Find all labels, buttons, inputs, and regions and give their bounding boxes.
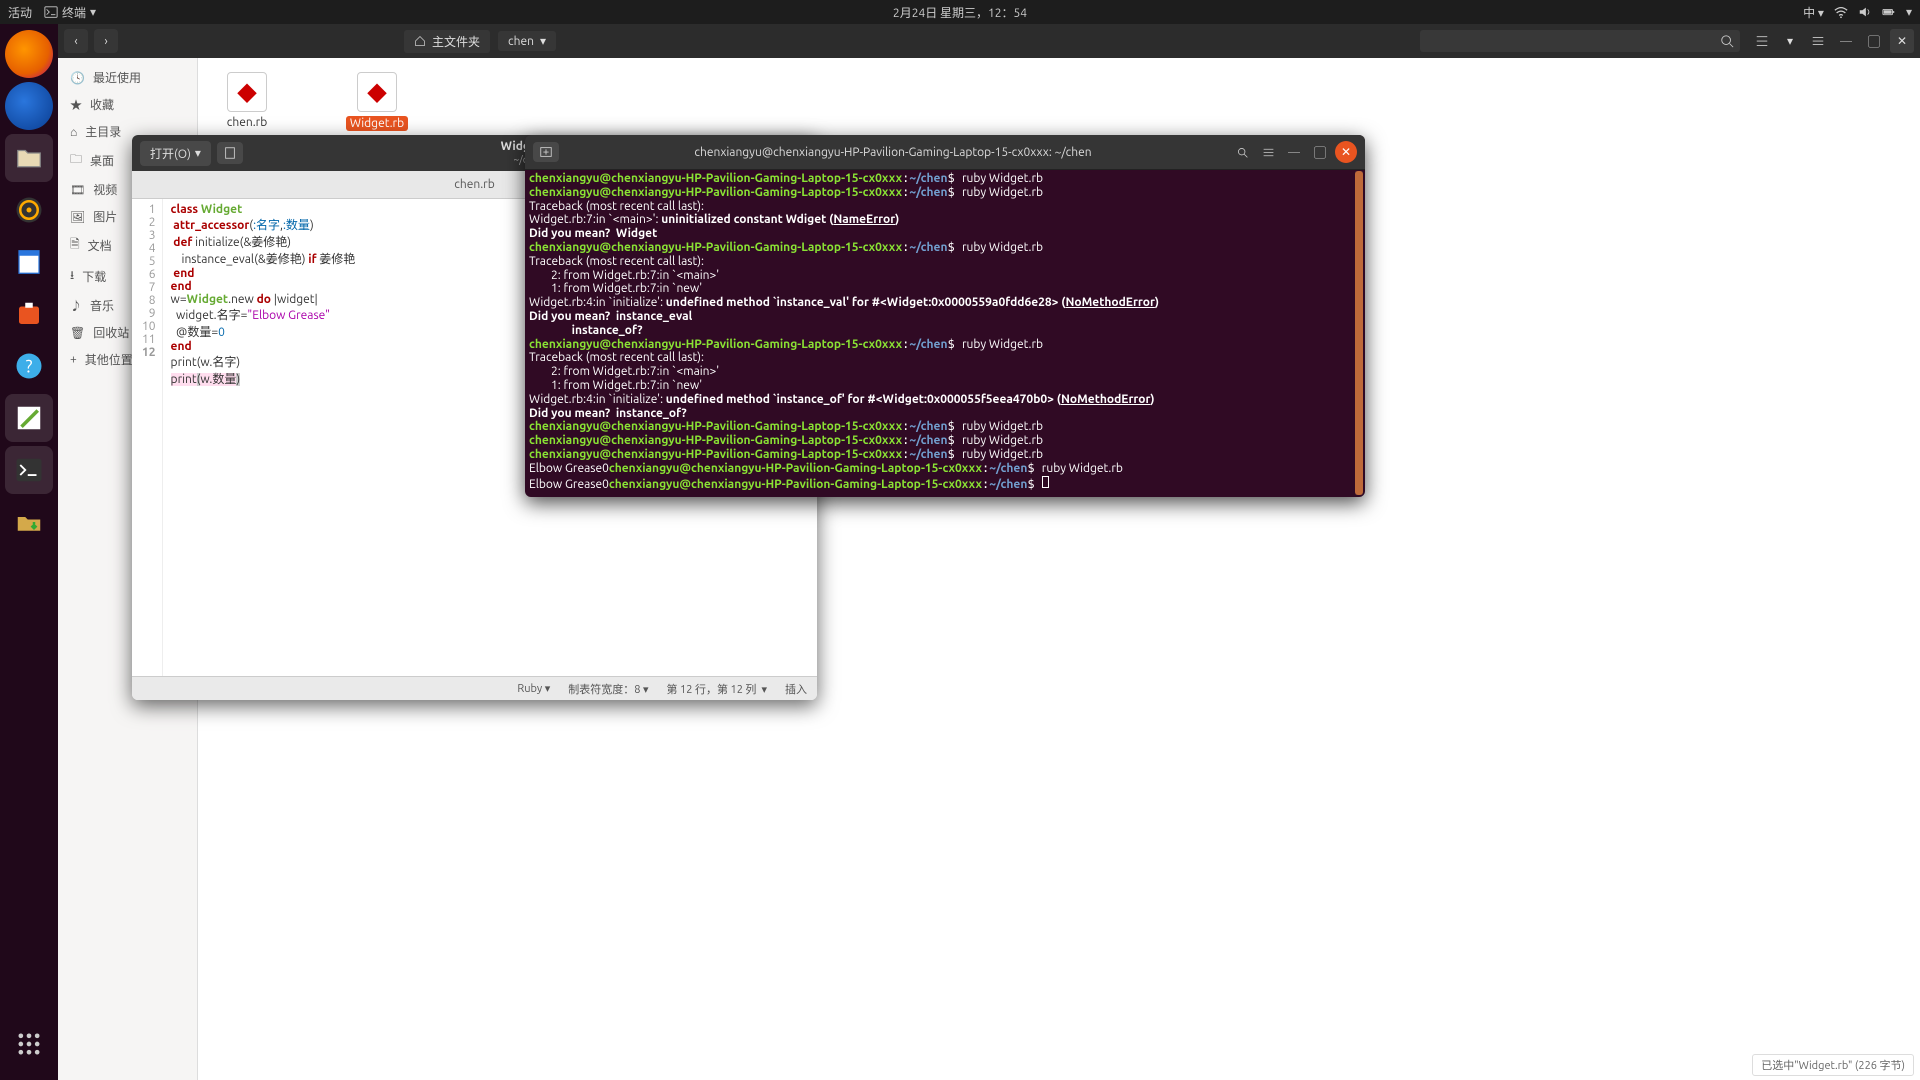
dock-thunderbird[interactable] <box>5 82 53 130</box>
file-item[interactable]: ◆ Widget.rb <box>342 72 412 131</box>
dock-help[interactable]: ? <box>5 342 53 390</box>
search-button[interactable] <box>1231 141 1253 163</box>
activities-button[interactable]: 活动 <box>8 4 32 21</box>
lang-selector[interactable]: Ruby ▾ <box>517 682 550 695</box>
view-dropdown-button[interactable]: ▾ <box>1778 29 1802 53</box>
nav-forward-button[interactable]: › <box>94 29 118 53</box>
dock-writer[interactable] <box>5 238 53 286</box>
ruby-file-icon: ◆ <box>357 72 397 112</box>
file-item[interactable]: ◆ chen.rb <box>212 72 282 129</box>
breadcrumb: 主文件夹 chen ▾ <box>404 30 556 53</box>
launcher-dock: ? <box>0 24 58 1080</box>
tab-plus-icon <box>539 145 553 159</box>
music-icon: ♪ <box>70 297 82 314</box>
terminal-scrollbar[interactable] <box>1355 171 1363 495</box>
window-title: chenxiangyu@chenxiangyu-HP-Pavilion-Gami… <box>559 146 1227 159</box>
dock-rhythmbox[interactable] <box>5 186 53 234</box>
editor-statusbar: Ruby ▾ 制表符宽度：8 ▾ 第 12 行，第 12 列 ▾ 插入 <box>132 676 817 700</box>
ruby-file-icon: ◆ <box>227 72 267 112</box>
terminal-output[interactable]: chenxiangyu@chenxiangyu-HP-Pavilion-Gami… <box>525 169 1365 497</box>
chevron-down-icon: ▾ <box>540 34 546 48</box>
clock[interactable]: 2月24日 星期三，12：54 <box>893 4 1027 21</box>
download-icon: ⭳ <box>70 266 74 287</box>
line-gutter: 123456789101112 <box>132 199 163 676</box>
search-icon <box>1720 34 1734 48</box>
maximize-button[interactable]: ▢ <box>1309 141 1331 163</box>
volume-icon[interactable] <box>1858 5 1872 19</box>
dock-apps-grid[interactable] <box>5 1020 53 1068</box>
dock-firefox[interactable] <box>5 30 53 78</box>
search-input[interactable] <box>1420 30 1740 52</box>
minimize-button[interactable]: ─ <box>1834 29 1858 53</box>
breadcrumb-folder[interactable]: chen ▾ <box>498 31 556 51</box>
hamburger-menu-button[interactable] <box>1257 141 1279 163</box>
breadcrumb-home[interactable]: 主文件夹 <box>404 30 490 53</box>
chevron-down-icon[interactable]: ▾ <box>1906 5 1912 19</box>
wifi-icon[interactable] <box>1834 5 1848 19</box>
clock-icon: 🕓 <box>70 71 85 85</box>
terminal-window: chenxiangyu@chenxiangyu-HP-Pavilion-Gami… <box>525 135 1365 497</box>
cursor-block <box>1042 476 1049 488</box>
file-manager-toolbar: ‹ › 主文件夹 chen ▾ ▾ ─ ▢ ✕ <box>58 24 1920 58</box>
sidebar-item-recent[interactable]: 🕓最近使用 <box>58 64 197 91</box>
chevron-down-icon: ▾ <box>195 146 201 160</box>
nav-back-button[interactable]: ‹ <box>64 29 88 53</box>
code-area[interactable]: class Widget attr_accessor(:名字,:数量) def … <box>163 199 364 676</box>
view-list-button[interactable] <box>1750 29 1774 53</box>
close-button[interactable]: ✕ <box>1335 141 1357 163</box>
plus-icon: + <box>70 353 77 366</box>
dock-files[interactable] <box>5 134 53 182</box>
trash-icon: 🗑 <box>70 326 85 340</box>
dock-terminal[interactable] <box>5 446 53 494</box>
star-icon: ★ <box>70 96 82 113</box>
hamburger-menu-button[interactable] <box>1806 29 1830 53</box>
video-icon: 🎞 <box>70 183 85 197</box>
home-icon <box>414 35 426 47</box>
terminal-header: chenxiangyu@chenxiangyu-HP-Pavilion-Gami… <box>525 135 1365 169</box>
terminal-icon <box>44 5 58 19</box>
folder-icon: 🗀 <box>70 150 82 171</box>
gnome-topbar: 活动 终端 ▾ 2月24日 星期三，12：54 中 ▾ ▾ <box>0 0 1920 24</box>
document-icon <box>223 146 237 160</box>
svg-text:?: ? <box>26 357 33 376</box>
scrollbar-thumb[interactable] <box>1355 171 1363 495</box>
dock-downloads[interactable] <box>5 498 53 546</box>
home-icon: ⌂ <box>70 125 77 139</box>
new-tab-button[interactable] <box>217 142 243 164</box>
close-button[interactable]: ✕ <box>1890 29 1914 53</box>
ime-indicator[interactable]: 中 ▾ <box>1803 4 1824 21</box>
battery-icon[interactable] <box>1882 5 1896 19</box>
cursor-position[interactable]: 第 12 行，第 12 列 ▾ <box>667 681 767 697</box>
dock-gedit[interactable] <box>5 394 53 442</box>
minimize-button[interactable]: ─ <box>1283 141 1305 163</box>
maximize-button[interactable]: ▢ <box>1862 29 1886 53</box>
picture-icon: 🖼 <box>70 210 85 224</box>
dock-software[interactable] <box>5 290 53 338</box>
tabwidth-selector[interactable]: 制表符宽度：8 ▾ <box>568 681 648 697</box>
status-bar: 已选中"Widget.rb" (226 字节) <box>1752 1054 1914 1076</box>
new-tab-button[interactable] <box>533 142 559 162</box>
document-icon: 🗎 <box>70 235 80 256</box>
sidebar-item-starred[interactable]: ★收藏 <box>58 91 197 118</box>
app-indicator[interactable]: 终端 ▾ <box>44 4 96 21</box>
open-button[interactable]: 打开(O) ▾ <box>140 141 211 166</box>
insert-mode: 插入 <box>785 681 807 697</box>
chevron-down-icon: ▾ <box>90 5 96 19</box>
